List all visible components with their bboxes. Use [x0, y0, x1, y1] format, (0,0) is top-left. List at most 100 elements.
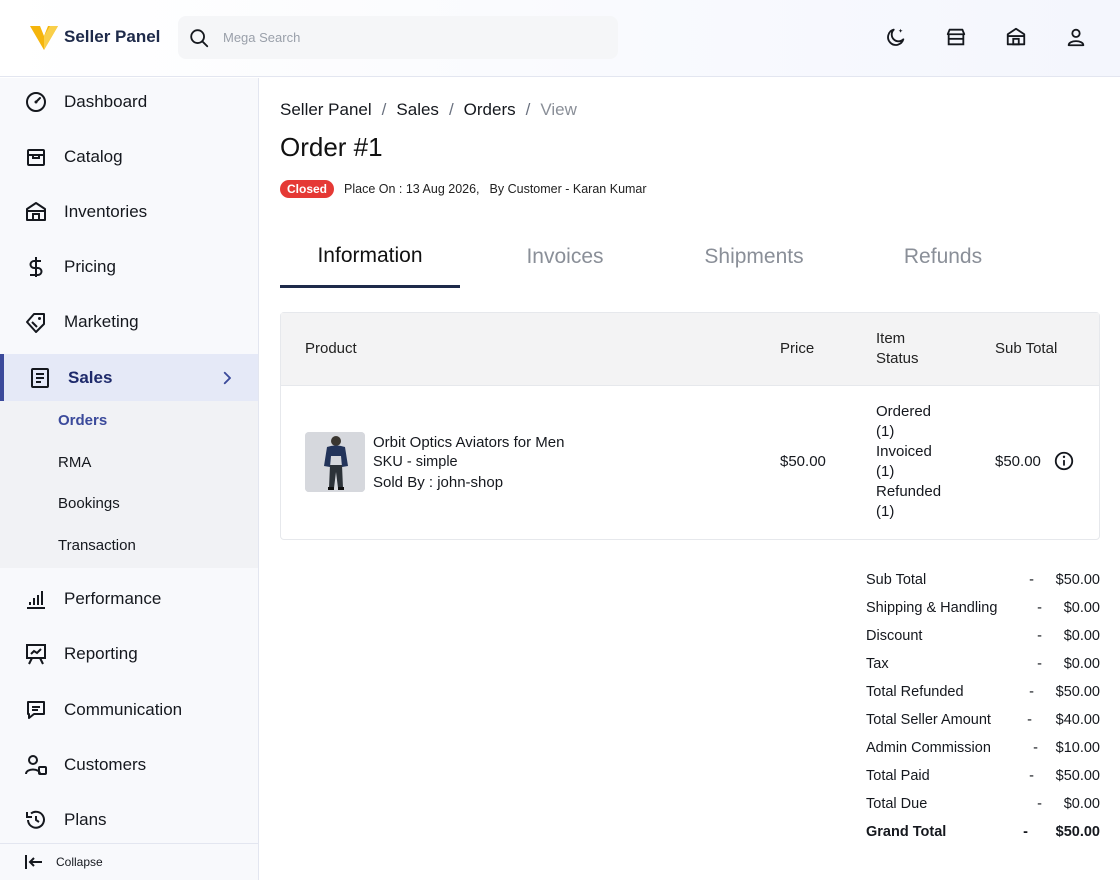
total-dash: -	[1029, 572, 1034, 588]
total-dash: -	[1029, 684, 1034, 700]
item-status-ordered-qty: (1)	[876, 423, 895, 440]
column-header-subtotal: Sub Total	[995, 340, 1058, 357]
sidebar-item-communication[interactable]: Communication	[0, 686, 258, 733]
customers-icon	[25, 754, 47, 775]
brand-logo[interactable]: Seller Panel	[28, 22, 160, 52]
product-sku: SKU - simple	[373, 454, 458, 470]
dollar-icon	[29, 256, 43, 277]
sidebar-item-reporting[interactable]: Reporting	[0, 630, 258, 677]
sidebar-item-sales[interactable]: Sales	[0, 354, 258, 401]
dark-mode-icon[interactable]	[885, 26, 907, 48]
sidebar-item-plans[interactable]: Plans	[0, 796, 258, 843]
total-label: Shipping & Handling	[866, 600, 998, 616]
receipt-icon	[31, 367, 49, 388]
sidebar-item-label: Performance	[64, 588, 162, 608]
table-row: Orbit Optics Aviators for Men SKU - simp…	[281, 386, 1099, 539]
order-placed-date: Place On : 13 Aug 2026,	[344, 182, 480, 196]
column-header-item-status-line1: Item	[876, 330, 906, 347]
top-header: Seller Panel	[0, 0, 1120, 77]
submenu-item-rma[interactable]: RMA	[58, 454, 91, 471]
order-tabs: Information Invoices Shipments Refunds	[280, 226, 1100, 288]
sidebar-item-label: Dashboard	[64, 91, 148, 111]
search-input[interactable]	[223, 30, 583, 45]
total-dash: -	[1037, 656, 1042, 672]
sidebar-item-label: Communication	[64, 699, 183, 719]
sidebar-item-label: Inventories	[64, 201, 148, 221]
sidebar-item-dashboard[interactable]: Dashboard	[0, 78, 258, 125]
collapse-button[interactable]: Collapse	[0, 843, 258, 880]
submenu-item-orders[interactable]: Orders	[58, 412, 107, 429]
total-label: Total Refunded	[866, 684, 964, 700]
chevron-right-icon[interactable]	[218, 369, 236, 387]
total-dash: -	[1027, 712, 1032, 728]
table-header: Product Price Item Status Sub Total	[281, 313, 1099, 386]
submenu-item-transaction[interactable]: Transaction	[58, 537, 136, 554]
order-customer: By Customer - Karan Kumar	[489, 182, 647, 196]
total-dash: -	[1037, 600, 1042, 616]
storefront-icon[interactable]	[945, 26, 967, 48]
message-icon	[27, 700, 45, 719]
breadcrumb-sales[interactable]: Sales	[396, 100, 439, 119]
breadcrumb-orders[interactable]: Orders	[464, 100, 516, 119]
column-header-item-status-line2: Status	[876, 350, 919, 367]
total-label: Tax	[866, 656, 889, 672]
breadcrumb-separator: /	[381, 100, 387, 119]
tab-refunds[interactable]: Refunds	[853, 226, 1033, 288]
tab-shipments[interactable]: Shipments	[664, 226, 844, 288]
total-row-paid: Total Paid - $50.00	[866, 768, 1100, 788]
user-icon[interactable]	[1065, 26, 1087, 48]
sidebar-item-marketing[interactable]: Marketing	[0, 298, 258, 345]
mega-search[interactable]	[178, 16, 618, 59]
total-label: Discount	[866, 628, 923, 644]
search-icon	[190, 28, 209, 47]
total-dash: -	[1037, 628, 1042, 644]
total-label: Grand Total	[866, 824, 947, 840]
column-header-product: Product	[305, 340, 357, 357]
total-label: Total Seller Amount	[866, 712, 991, 728]
total-row-admin-commission: Admin Commission - $10.00	[866, 740, 1100, 760]
breadcrumb-separator: /	[448, 100, 454, 119]
submenu-item-bookings[interactable]: Bookings	[58, 495, 120, 512]
item-status-invoiced-qty: (1)	[876, 463, 895, 480]
item-status-ordered: Ordered	[876, 403, 932, 420]
order-meta: Closed Place On : 13 Aug 2026, By Custom…	[280, 180, 647, 198]
total-label: Total Due	[866, 796, 928, 812]
breadcrumb-separator: /	[525, 100, 531, 119]
total-value: $0.00	[1063, 600, 1100, 616]
sidebar: Dashboard Catalog Inventories Pricing Ma…	[0, 78, 259, 880]
page-title: Order #1	[280, 132, 383, 162]
sidebar-item-label: Marketing	[64, 311, 139, 331]
sidebar-item-catalog[interactable]: Catalog	[0, 133, 258, 180]
sidebar-item-label: Pricing	[64, 256, 116, 276]
collapse-icon	[25, 855, 42, 869]
total-row-sub-total: Sub Total - $50.00	[866, 572, 1100, 592]
warehouse-icon[interactable]	[1005, 26, 1027, 48]
tag-icon	[26, 312, 45, 333]
total-row-shipping: Shipping & Handling - $0.00	[866, 600, 1100, 620]
breadcrumb-seller-panel[interactable]: Seller Panel	[280, 100, 372, 119]
product-thumbnail[interactable]	[305, 432, 365, 492]
product-name[interactable]: Orbit Optics Aviators for Men	[373, 434, 564, 451]
total-dash: -	[1023, 824, 1028, 840]
history-icon	[26, 810, 45, 829]
tab-invoices[interactable]: Invoices	[475, 226, 655, 288]
total-row-discount: Discount - $0.00	[866, 628, 1100, 648]
total-value: $50.00	[1055, 768, 1100, 784]
total-label: Sub Total	[866, 572, 927, 588]
sidebar-item-label: Reporting	[64, 643, 138, 663]
item-status-invoiced: Invoiced	[876, 443, 932, 460]
sidebar-item-label: Sales	[68, 367, 113, 387]
presentation-icon	[26, 643, 46, 664]
sidebar-item-inventories[interactable]: Inventories	[0, 188, 258, 235]
sidebar-item-customers[interactable]: Customers	[0, 741, 258, 788]
tab-information[interactable]: Information	[280, 226, 460, 288]
bar-chart-icon	[27, 590, 45, 609]
total-row-refunded: Total Refunded - $50.00	[866, 684, 1100, 704]
total-value: $0.00	[1063, 628, 1100, 644]
sidebar-item-pricing[interactable]: Pricing	[0, 243, 258, 290]
product-person-image	[305, 432, 365, 492]
product-sold-by: Sold By : john-shop	[373, 474, 504, 491]
info-icon[interactable]	[1053, 450, 1075, 472]
sidebar-item-performance[interactable]: Performance	[0, 575, 258, 622]
item-status-refunded-qty: (1)	[876, 503, 895, 520]
